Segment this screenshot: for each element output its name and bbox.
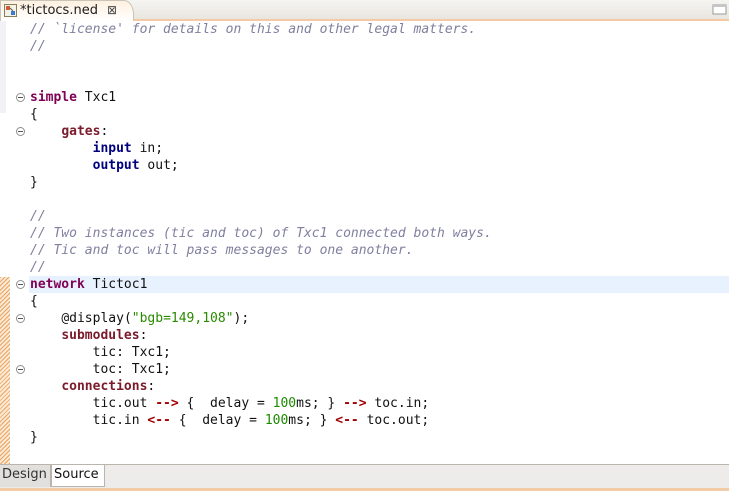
code-token: :: [147, 379, 156, 394]
code-token: tic: Txc1;: [30, 345, 171, 360]
code-token: //: [30, 39, 46, 54]
code-token: Tictoc1: [84, 277, 148, 292]
code-line[interactable]: //: [30, 38, 729, 55]
ned-file-icon: [4, 4, 17, 17]
source-editor[interactable]: // `license' for details on this and oth…: [0, 21, 729, 464]
code-token: { delay =: [178, 396, 273, 411]
code-line[interactable]: gates:: [30, 123, 729, 140]
code-token: output: [92, 158, 140, 173]
code-line[interactable]: tic.out --> { delay = 100ms; } --> toc.i…: [30, 395, 729, 412]
code-token: tic.in: [30, 413, 148, 428]
code-line[interactable]: {: [30, 106, 729, 123]
folding-gutter: [13, 21, 28, 464]
code-token: // Tic and toc will pass messages to one…: [30, 243, 414, 258]
code-line[interactable]: //: [30, 208, 729, 225]
code-line[interactable]: toc: Txc1;: [30, 361, 729, 378]
code-token: toc.out;: [358, 413, 430, 428]
code-line[interactable]: //: [30, 259, 729, 276]
code-token: "bgb=149,108": [131, 311, 234, 326]
tab-design[interactable]: Design: [0, 465, 51, 487]
code-line[interactable]: {: [30, 293, 729, 310]
code-token: 100: [264, 413, 289, 428]
code-token: connections: [61, 379, 148, 394]
code-line[interactable]: tic.in <-- { delay = 100ms; } <-- toc.ou…: [30, 412, 729, 429]
code-line[interactable]: input in;: [30, 140, 729, 157]
code-token: Txc1: [76, 90, 117, 105]
code-token: tic.out: [30, 396, 156, 411]
code-token: out;: [139, 158, 179, 173]
ruler-shade: [0, 21, 6, 113]
code-token: (: [123, 311, 132, 326]
code-line[interactable]: output out;: [30, 157, 729, 174]
code-line[interactable]: // `license' for details on this and oth…: [30, 21, 729, 38]
code-token: );: [233, 311, 250, 326]
code-token: 100: [272, 396, 297, 411]
editor-tab-title: *tictocs.ned: [20, 3, 98, 18]
code-line[interactable]: [30, 72, 729, 89]
fold-toggle-icon[interactable]: [16, 314, 25, 323]
code-token: toc: Txc1;: [30, 362, 171, 377]
code-token: gates: [61, 124, 101, 139]
code-line[interactable]: simple Txc1: [30, 89, 729, 106]
code-token: <--: [147, 413, 171, 428]
code-token: //: [30, 260, 46, 275]
close-icon[interactable]: ⊠: [107, 2, 117, 18]
code-token: // `license' for details on this and oth…: [30, 22, 477, 37]
fold-toggle-icon[interactable]: [16, 93, 25, 102]
tab-source[interactable]: Source: [51, 465, 105, 487]
code-line[interactable]: // Two instances (tic and toc) of Txc1 c…: [30, 225, 729, 242]
code-line[interactable]: submodules:: [30, 327, 729, 344]
code-token: network: [30, 277, 85, 292]
code-token: ms; }: [296, 396, 344, 411]
code-token: {: [30, 107, 38, 122]
code-token: //: [30, 209, 46, 224]
code-token: input: [92, 141, 132, 156]
code-line[interactable]: connections:: [30, 378, 729, 395]
fold-toggle-icon[interactable]: [16, 280, 25, 289]
code-token: :: [100, 124, 109, 139]
change-ruler: [0, 21, 13, 464]
code-line[interactable]: @display("bgb=149,108");: [30, 310, 729, 327]
code-token: { delay =: [170, 413, 265, 428]
editor-tab-strip: *tictocs.ned ⊠: [0, 0, 729, 21]
fold-toggle-icon[interactable]: [16, 127, 25, 136]
code-line[interactable]: }: [30, 429, 729, 446]
editor-mode-tabs: Design Source: [0, 464, 729, 491]
code-line[interactable]: network Tictoc1: [29, 276, 729, 293]
code-token: -->: [155, 396, 179, 411]
code-line[interactable]: // Tic and toc will pass messages to one…: [30, 242, 729, 259]
code-line[interactable]: [30, 55, 729, 72]
code-line[interactable]: [30, 191, 729, 208]
change-marker: [0, 277, 10, 464]
code-token: :: [139, 328, 148, 343]
code-token: @display: [61, 311, 124, 326]
code-token: }: [30, 430, 38, 445]
code-token: ms; }: [288, 413, 336, 428]
code-token: -->: [343, 396, 367, 411]
maximize-icon[interactable]: [712, 3, 728, 16]
code-token: // Two instances (tic and toc) of Txc1 c…: [30, 226, 492, 241]
fold-toggle-icon[interactable]: [16, 365, 25, 374]
code-token: simple: [30, 90, 77, 105]
code-token: submodules: [61, 328, 140, 343]
code-line[interactable]: }: [30, 174, 729, 191]
code-line[interactable]: tic: Txc1;: [30, 344, 729, 361]
code-token: }: [30, 175, 38, 190]
code-token: {: [30, 294, 38, 309]
code-token: in;: [131, 141, 164, 156]
code-token: toc.in;: [366, 396, 430, 411]
code-token: <--: [335, 413, 359, 428]
editor-tab-tictocs[interactable]: *tictocs.ned ⊠: [0, 0, 134, 21]
